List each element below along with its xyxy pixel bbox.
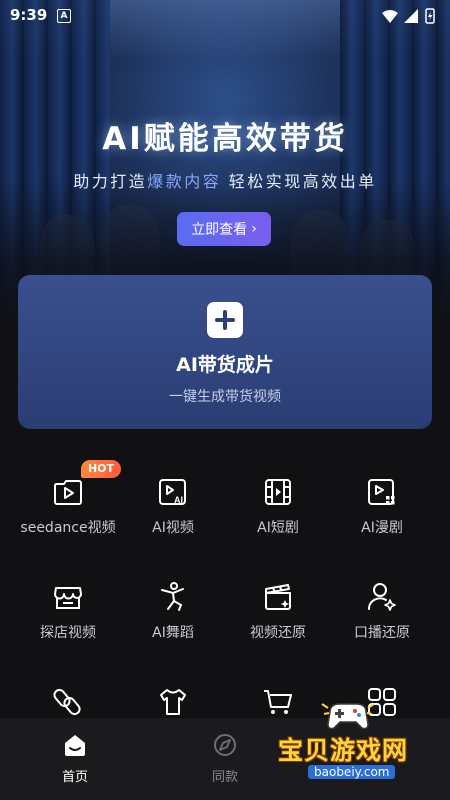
hero-subtitle-suffix: 轻松实现高效出单	[221, 172, 377, 191]
svg-text:AI: AI	[174, 495, 183, 505]
feature-store-visit-video[interactable]: 探店视频	[12, 580, 124, 642]
status-bar: 9:39 A	[0, 0, 450, 32]
hero-title: AI赋能高效带货	[102, 121, 348, 157]
feature-ai-video[interactable]: AI AI视频	[117, 475, 229, 537]
gamepad-icon	[321, 703, 375, 730]
nav-label: 首页	[61, 770, 88, 785]
compass-icon	[214, 734, 236, 756]
feature-link[interactable]	[12, 685, 124, 719]
feature-label: AI视频	[152, 520, 194, 536]
feature-label: AI漫剧	[361, 520, 403, 536]
dance-icon	[161, 582, 184, 611]
person-icon	[368, 583, 396, 611]
feature-outfit[interactable]	[117, 685, 229, 719]
hot-badge: HOT	[81, 460, 121, 478]
comic-icon	[368, 479, 395, 505]
home-icon	[65, 735, 85, 756]
feature-ai-dance[interactable]: AI舞蹈	[117, 580, 229, 642]
signal-icon	[404, 9, 418, 23]
feature-label: AI短剧	[257, 520, 299, 536]
card-title: AI带货成片	[176, 354, 274, 376]
link-icon	[53, 688, 81, 716]
plus-icon	[207, 302, 243, 338]
feature-label: 口播还原	[354, 625, 410, 641]
view-now-button[interactable]: 立即查看 ›	[177, 212, 271, 246]
clapper-icon	[265, 584, 291, 610]
nav-label: 同款	[211, 770, 238, 785]
nav-home[interactable]: 首页	[25, 732, 125, 785]
nav-same-style[interactable]: 同款	[175, 732, 275, 785]
feature-seedance-video[interactable]: seedance视频	[12, 475, 124, 537]
feature-voiceover-restore[interactable]: 口播还原	[326, 580, 438, 642]
card-description: 一键生成带货视频	[169, 389, 281, 405]
hero-subtitle-highlight: 爆款内容	[147, 172, 222, 191]
system-icons	[382, 8, 435, 24]
feature-label: AI舞蹈	[152, 625, 194, 641]
feature-video-restore[interactable]: 视频还原	[222, 580, 334, 642]
feature-label: seedance视频	[20, 520, 116, 536]
play-icon	[54, 480, 82, 505]
watermark-url: baobeiy.com	[308, 765, 396, 779]
chevron-right-icon: ›	[251, 221, 257, 237]
wifi-icon	[382, 10, 398, 23]
ai-product-video-card[interactable]: AI带货成片 一键生成带货视频	[18, 275, 432, 429]
watermark-text: 宝贝游戏网	[278, 736, 409, 765]
film-icon	[265, 479, 291, 505]
store-icon	[54, 587, 82, 609]
feature-label: 视频还原	[250, 625, 306, 641]
status-time: 9:39	[10, 6, 48, 24]
feature-ai-comic-drama[interactable]: AI漫剧	[326, 475, 438, 537]
hero-subtitle-prefix: 助力打造	[73, 172, 148, 191]
feature-label: 探店视频	[40, 625, 96, 641]
notification-badge: A	[57, 9, 71, 23]
view-now-label: 立即查看	[191, 222, 248, 238]
shirt-icon	[160, 689, 186, 715]
hero-subtitle: 助力打造爆款内容 轻松实现高效出单	[0, 168, 450, 192]
watermark: 宝贝游戏网 baobeiy.com	[268, 698, 438, 788]
feature-ai-short-drama[interactable]: AI短剧	[222, 475, 334, 537]
ai-video-icon: AI	[159, 479, 186, 505]
